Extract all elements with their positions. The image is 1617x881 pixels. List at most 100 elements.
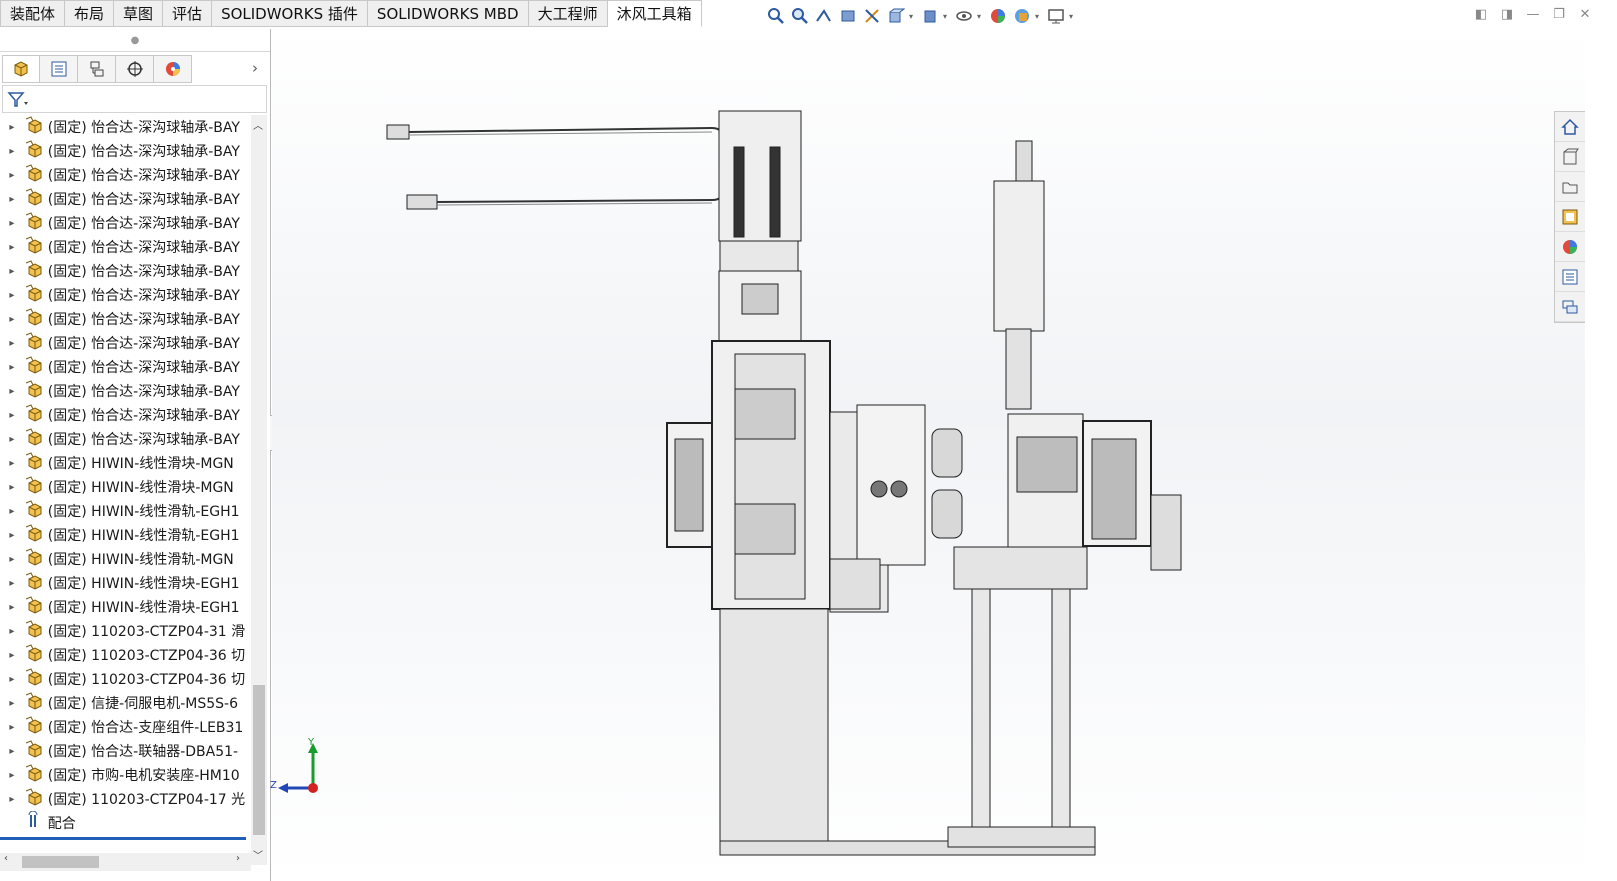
- expand-arrow-icon[interactable]: ▸: [0, 506, 24, 517]
- rollback-bar[interactable]: [0, 837, 246, 840]
- expand-arrow-icon[interactable]: ▸: [0, 698, 24, 709]
- graphics-viewport[interactable]: Y Z: [270, 29, 1585, 881]
- tree-item[interactable]: ▸ (固定) 怡合达-深沟球轴承-BAY: [0, 259, 251, 283]
- custom-properties-icon[interactable]: [1555, 262, 1585, 292]
- tree-item[interactable]: ▸ (固定) 110203-CTZP04-36 切: [0, 643, 251, 667]
- tree-item-mates[interactable]: 配合: [0, 810, 251, 835]
- scroll-up-icon[interactable]: ︿: [253, 117, 263, 132]
- tree-item[interactable]: ▸ (固定) 110203-CTZP04-36 切: [0, 667, 251, 691]
- expand-arrow-icon[interactable]: ▸: [0, 410, 24, 421]
- displaymanager-tab-icon[interactable]: [154, 55, 192, 83]
- tree-item[interactable]: ▸ (固定) 怡合达-支座组件-LEB31: [0, 715, 251, 739]
- tile-left-icon[interactable]: ◧: [1471, 4, 1491, 24]
- tree-item[interactable]: ▸ (固定) 怡合达-深沟球轴承-BAY: [0, 211, 251, 235]
- tab-6[interactable]: 大工程师: [528, 0, 608, 27]
- tree-item[interactable]: ▸ (固定) HIWIN-线性滑轨-MGN: [0, 547, 251, 571]
- expand-arrow-icon[interactable]: ▸: [0, 362, 24, 373]
- tree-item[interactable]: ▸ (固定) HIWIN-线性滑块-EGH1: [0, 595, 251, 619]
- view-orientation-icon[interactable]: [885, 5, 907, 27]
- tree-item[interactable]: ▸ (固定) 怡合达-深沟球轴承-BAY: [0, 403, 251, 427]
- tile-right-icon[interactable]: ◨: [1497, 4, 1517, 24]
- configurationmanager-tab-icon[interactable]: [78, 55, 116, 83]
- chevron-down-icon[interactable]: ▾: [1069, 12, 1077, 21]
- scroll-thumb[interactable]: [22, 856, 99, 868]
- hide-show-icon[interactable]: [953, 5, 975, 27]
- tree-item[interactable]: ▸ (固定) 110203-CTZP04-17 光: [0, 787, 251, 811]
- expand-arrow-icon[interactable]: ▸: [0, 650, 24, 661]
- expand-arrow-icon[interactable]: ▸: [0, 218, 24, 229]
- expand-arrow-icon[interactable]: ▸: [0, 314, 24, 325]
- previous-view-icon[interactable]: [813, 5, 835, 27]
- filter-icon[interactable]: [7, 90, 29, 108]
- expand-arrow-icon[interactable]: ▸: [0, 578, 24, 589]
- tree-item[interactable]: ▸ (固定) 信捷-伺服电机-MS5S-6: [0, 691, 251, 715]
- tab-3[interactable]: 评估: [163, 0, 213, 27]
- apply-scene-icon[interactable]: [1011, 5, 1033, 27]
- restore-icon[interactable]: ❐: [1549, 4, 1569, 24]
- home-icon[interactable]: [1555, 112, 1585, 142]
- tree-item[interactable]: ▸ (固定) 怡合达-深沟球轴承-BAY: [0, 163, 251, 187]
- tree-horizontal-scrollbar[interactable]: ‹ ›: [0, 853, 251, 871]
- expand-arrow-icon[interactable]: ▸: [0, 170, 24, 181]
- tree-item[interactable]: ▸ (固定) 怡合达-深沟球轴承-BAY: [0, 331, 251, 355]
- expand-arrow-icon[interactable]: ▸: [0, 338, 24, 349]
- tab-2[interactable]: 草图: [114, 0, 164, 27]
- tree-filter[interactable]: [2, 85, 267, 113]
- expand-arrow-icon[interactable]: ▸: [0, 770, 24, 781]
- panel-grip[interactable]: ●: [0, 29, 270, 52]
- tree-item[interactable]: ▸ (固定) HIWIN-线性滑块-MGN: [0, 475, 251, 499]
- view-settings-icon[interactable]: [1045, 5, 1067, 27]
- scroll-down-icon[interactable]: ﹀: [253, 847, 263, 862]
- expand-arrow-icon[interactable]: ▸: [0, 794, 24, 805]
- propertymanager-tab-icon[interactable]: [40, 55, 78, 83]
- tab-1[interactable]: 布局: [65, 0, 115, 27]
- expand-arrow-icon[interactable]: ▸: [0, 242, 24, 253]
- expand-arrow-icon[interactable]: ▸: [0, 266, 24, 277]
- tree-item[interactable]: ▸ (固定) 怡合达-深沟球轴承-BAY: [0, 139, 251, 163]
- tab-5[interactable]: SOLIDWORKS MBD: [367, 0, 529, 27]
- tree-item[interactable]: ▸ (固定) 怡合达-深沟球轴承-BAY: [0, 307, 251, 331]
- expand-arrow-icon[interactable]: ▸: [0, 722, 24, 733]
- tab-0[interactable]: 装配体: [0, 0, 66, 27]
- tree-item[interactable]: ▸ (固定) HIWIN-线性滑块-EGH1: [0, 571, 251, 595]
- tree-item[interactable]: ▸ (固定) 怡合达-深沟球轴承-BAY: [0, 427, 251, 451]
- tree-item[interactable]: ▸ (固定) 怡合达-深沟球轴承-BAY: [0, 115, 251, 139]
- tree-vertical-scrollbar[interactable]: ︿ ﹀: [251, 115, 267, 865]
- scroll-thumb[interactable]: [253, 685, 265, 835]
- chevron-right-icon[interactable]: ›: [252, 59, 258, 77]
- tab-7[interactable]: 沐风工具箱: [607, 0, 702, 27]
- tree-item[interactable]: ▸ (固定) 怡合达-深沟球轴承-BAY: [0, 355, 251, 379]
- display-style-icon[interactable]: [919, 5, 941, 27]
- scroll-right-icon[interactable]: ›: [236, 853, 240, 864]
- chevron-down-icon[interactable]: ▾: [1035, 12, 1043, 21]
- expand-arrow-icon[interactable]: ▸: [0, 434, 24, 445]
- tree-item[interactable]: ▸ (固定) 怡合达-深沟球轴承-BAY: [0, 283, 251, 307]
- assembly-model[interactable]: [272, 29, 1585, 881]
- scroll-left-icon[interactable]: ‹: [4, 853, 8, 864]
- tree-item[interactable]: ▸ (固定) 怡合达-深沟球轴承-BAY: [0, 235, 251, 259]
- design-library-icon[interactable]: [1555, 142, 1585, 172]
- tree-item[interactable]: ▸ (固定) HIWIN-线性滑轨-EGH1: [0, 499, 251, 523]
- expand-arrow-icon[interactable]: ▸: [0, 458, 24, 469]
- edit-appearance-icon[interactable]: [987, 5, 1009, 27]
- expand-arrow-icon[interactable]: ▸: [0, 554, 24, 565]
- tab-4[interactable]: SOLIDWORKS 插件: [212, 0, 368, 27]
- expand-arrow-icon[interactable]: ▸: [0, 626, 24, 637]
- expand-arrow-icon[interactable]: ▸: [0, 386, 24, 397]
- tree-item[interactable]: ▸ (固定) 怡合达-联轴器-DBA51-: [0, 739, 251, 763]
- expand-arrow-icon[interactable]: ▸: [0, 602, 24, 613]
- chevron-down-icon[interactable]: ▾: [977, 12, 985, 21]
- chevron-down-icon[interactable]: ▾: [909, 12, 917, 21]
- expand-arrow-icon[interactable]: ▸: [0, 530, 24, 541]
- dynamic-annotation-icon[interactable]: [861, 5, 883, 27]
- tree-item[interactable]: ▸ (固定) HIWIN-线性滑块-MGN: [0, 451, 251, 475]
- section-view-icon[interactable]: [837, 5, 859, 27]
- minimize-icon[interactable]: —: [1523, 4, 1543, 24]
- close-icon[interactable]: ✕: [1575, 4, 1595, 24]
- appearances-icon[interactable]: [1555, 232, 1585, 262]
- file-explorer-icon[interactable]: [1555, 172, 1585, 202]
- tree-item[interactable]: ▸ (固定) 市购-电机安装座-HM10: [0, 763, 251, 787]
- tree-item[interactable]: ▸ (固定) 110203-CTZP04-31 滑: [0, 619, 251, 643]
- expand-arrow-icon[interactable]: ▸: [0, 674, 24, 685]
- expand-arrow-icon[interactable]: ▸: [0, 122, 24, 133]
